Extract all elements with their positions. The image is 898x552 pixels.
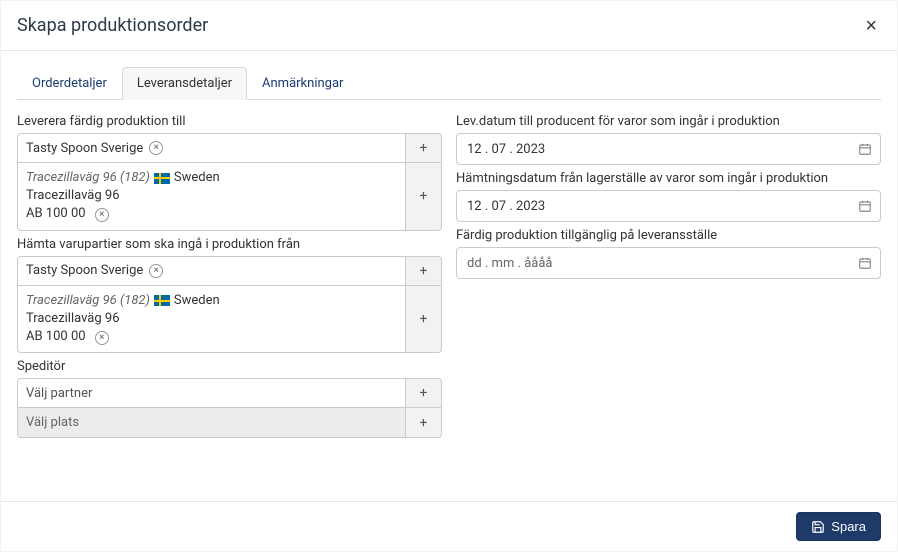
plus-icon: + xyxy=(420,141,428,155)
calendar-icon xyxy=(858,256,872,270)
deliver-to-partner-add-button[interactable]: + xyxy=(406,133,442,163)
modal-create-production-order: Skapa produktionsorder × Orderdetaljer L… xyxy=(0,0,898,552)
pick-from-group: Tasty Spoon Sverige × + Tracezillaväg 96… xyxy=(17,256,442,354)
deliver-to-group: Tasty Spoon Sverige × + Tracezillaväg 96… xyxy=(17,133,442,231)
deliver-to-partner-field[interactable]: Tasty Spoon Sverige × xyxy=(17,133,406,163)
close-button[interactable]: × xyxy=(861,16,881,36)
address-name: Tracezillaväg 96 (182) xyxy=(26,169,150,187)
modal-footer: Spara xyxy=(1,501,897,551)
delivery-date-label: Lev.datum till producent för varor som i… xyxy=(456,114,881,129)
form-columns: Leverera färdig produktion till Tasty Sp… xyxy=(17,108,881,438)
delivery-date-value: 12 . 07 . 2023 xyxy=(467,142,545,157)
save-button[interactable]: Spara xyxy=(796,512,881,541)
flag-sweden-icon xyxy=(154,295,170,306)
pick-from-address-line1: Tracezillaväg 96 (182) Sweden xyxy=(26,292,397,310)
speditor-partner-row: Välj partner + xyxy=(17,378,442,408)
deliver-to-address-line1: Tracezillaväg 96 (182) Sweden xyxy=(26,169,397,187)
pick-from-address-add-button[interactable]: + xyxy=(406,286,442,354)
pick-from-partner-add-button[interactable]: + xyxy=(406,256,442,286)
clear-icon[interactable]: × xyxy=(149,141,163,155)
modal-title: Skapa produktionsorder xyxy=(17,15,208,36)
speditor-partner-field[interactable]: Välj partner xyxy=(17,378,406,408)
speditor-place-add-button[interactable]: + xyxy=(406,408,442,438)
pick-from-partner-row: Tasty Spoon Sverige × + xyxy=(17,256,442,286)
clear-icon[interactable]: × xyxy=(95,208,109,222)
close-icon: × xyxy=(865,15,877,37)
pick-from-address-row: Tracezillaväg 96 (182) Sweden Tracezilla… xyxy=(17,286,442,354)
deliver-to-partner-value: Tasty Spoon Sverige xyxy=(26,141,143,156)
tab-order-details[interactable]: Orderdetaljer xyxy=(17,67,122,100)
calendar-icon xyxy=(858,142,872,156)
pick-from-address-field[interactable]: Tracezillaväg 96 (182) Sweden Tracezilla… xyxy=(17,286,406,354)
speditor-label: Speditör xyxy=(17,359,442,374)
pickup-date-value: 12 . 07 . 2023 xyxy=(467,199,545,214)
deliver-to-partner-row: Tasty Spoon Sverige × + xyxy=(17,133,442,163)
flag-sweden-icon xyxy=(154,173,170,184)
tabs: Orderdetaljer Leveransdetaljer Anmärknin… xyxy=(17,67,881,100)
save-icon xyxy=(811,520,825,534)
address-postal-line: AB 100 00 × xyxy=(26,328,397,346)
calendar-icon xyxy=(858,199,872,213)
available-date-label: Färdig produktion tillgänglig på leveran… xyxy=(456,228,881,243)
pick-from-partner-value: Tasty Spoon Sverige xyxy=(26,263,143,278)
address-street: Tracezillaväg 96 xyxy=(26,187,397,205)
modal-body: Orderdetaljer Leveransdetaljer Anmärknin… xyxy=(1,51,897,501)
pick-from-partner-field[interactable]: Tasty Spoon Sverige × xyxy=(17,256,406,286)
tab-notes[interactable]: Anmärkningar xyxy=(247,67,358,100)
pick-from-label: Hämta varupartier som ska ingå i produkt… xyxy=(17,237,442,252)
right-column: Lev.datum till producent för varor som i… xyxy=(456,108,881,438)
delivery-date-field[interactable]: 12 . 07 . 2023 xyxy=(456,133,881,165)
speditor-partner-add-button[interactable]: + xyxy=(406,378,442,408)
pickup-date-field[interactable]: 12 . 07 . 2023 xyxy=(456,190,881,222)
deliver-to-address-field[interactable]: Tracezillaväg 96 (182) Sweden Tracezilla… xyxy=(17,163,406,231)
speditor-place-row: Välj plats + xyxy=(17,408,442,438)
plus-icon: + xyxy=(420,189,428,203)
address-name: Tracezillaväg 96 (182) xyxy=(26,292,150,310)
tab-delivery-details[interactable]: Leveransdetaljer xyxy=(122,67,247,100)
plus-icon: + xyxy=(420,386,428,400)
deliver-to-label: Leverera färdig produktion till xyxy=(17,114,442,129)
available-date-field[interactable]: dd . mm . åååå xyxy=(456,247,881,279)
address-postal: AB 100 00 xyxy=(26,329,86,344)
address-country: Sweden xyxy=(174,292,220,310)
address-postal: AB 100 00 xyxy=(26,206,86,221)
pickup-date-label: Hämtningsdatum från lagerställe av varor… xyxy=(456,171,881,186)
available-date-placeholder: dd . mm . åååå xyxy=(467,256,553,271)
deliver-to-address-row: Tracezillaväg 96 (182) Sweden Tracezilla… xyxy=(17,163,442,231)
plus-icon: + xyxy=(420,416,428,430)
speditor-place-field[interactable]: Välj plats xyxy=(17,408,406,438)
clear-icon[interactable]: × xyxy=(95,331,109,345)
plus-icon: + xyxy=(420,312,428,326)
deliver-to-address-add-button[interactable]: + xyxy=(406,163,442,231)
address-postal-line: AB 100 00 × xyxy=(26,205,397,223)
plus-icon: + xyxy=(420,264,428,278)
clear-icon[interactable]: × xyxy=(149,264,163,278)
modal-header: Skapa produktionsorder × xyxy=(1,1,897,51)
left-column: Leverera färdig produktion till Tasty Sp… xyxy=(17,108,442,438)
address-country: Sweden xyxy=(174,169,220,187)
speditor-group: Välj partner + Välj plats + xyxy=(17,378,442,438)
address-street: Tracezillaväg 96 xyxy=(26,310,397,328)
save-button-label: Spara xyxy=(831,519,866,534)
